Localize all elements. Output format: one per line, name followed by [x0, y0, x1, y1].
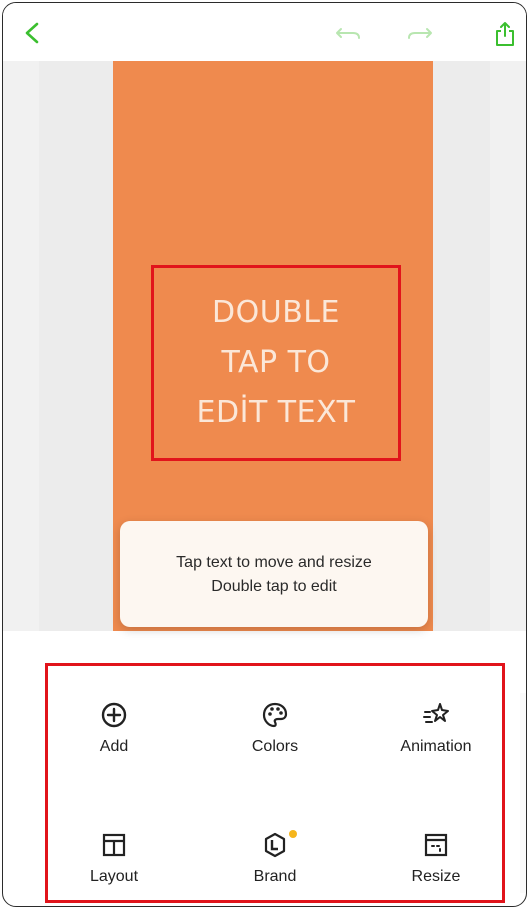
- sparkle-icon: [423, 703, 449, 723]
- app-frame: DOUBLE TAP TO EDİT TEXT Tap text to move…: [2, 2, 527, 907]
- add-button[interactable]: Add: [44, 700, 184, 780]
- brand-label: Brand: [253, 868, 297, 885]
- hint-tooltip: Tap text to move and resize Double tap t…: [120, 521, 428, 627]
- animation-label: Animation: [400, 738, 472, 755]
- layout-button[interactable]: Layout: [44, 830, 184, 906]
- resize-label: Resize: [411, 868, 461, 885]
- layout-grid-icon: [102, 833, 126, 857]
- adjacent-page-left: [39, 61, 113, 631]
- editable-text-box[interactable]: DOUBLE TAP TO EDİT TEXT: [151, 265, 401, 461]
- plus-circle-icon: [101, 702, 127, 728]
- brand-hexagon-icon: [264, 832, 286, 858]
- resize-button[interactable]: Resize: [366, 830, 506, 906]
- top-bar: [3, 3, 526, 61]
- chevron-left-icon[interactable]: [21, 21, 45, 45]
- undo-icon[interactable]: [335, 25, 361, 43]
- brand-button[interactable]: Brand: [205, 830, 345, 906]
- add-label: Add: [99, 738, 129, 755]
- redo-icon[interactable]: [407, 25, 433, 43]
- text-line-2: TAP TO: [221, 345, 331, 380]
- colors-button[interactable]: Colors: [205, 700, 345, 780]
- resize-icon: [424, 833, 448, 857]
- tooltip-line-1: Tap text to move and resize: [176, 554, 372, 571]
- layout-label: Layout: [89, 868, 139, 885]
- bottom-toolbar: Add Colors Animation Layout Brand Resize: [45, 663, 505, 903]
- tooltip-line-2: Double tap to edit: [211, 578, 337, 595]
- brand-notification-dot: [289, 830, 297, 838]
- palette-icon: [262, 702, 288, 728]
- animation-button[interactable]: Animation: [366, 700, 506, 780]
- colors-label: Colors: [251, 738, 299, 755]
- text-line-3: EDİT TEXT: [196, 395, 356, 430]
- text-line-1: DOUBLE: [212, 295, 340, 330]
- share-icon[interactable]: [493, 21, 517, 47]
- edge-divider: [520, 693, 526, 893]
